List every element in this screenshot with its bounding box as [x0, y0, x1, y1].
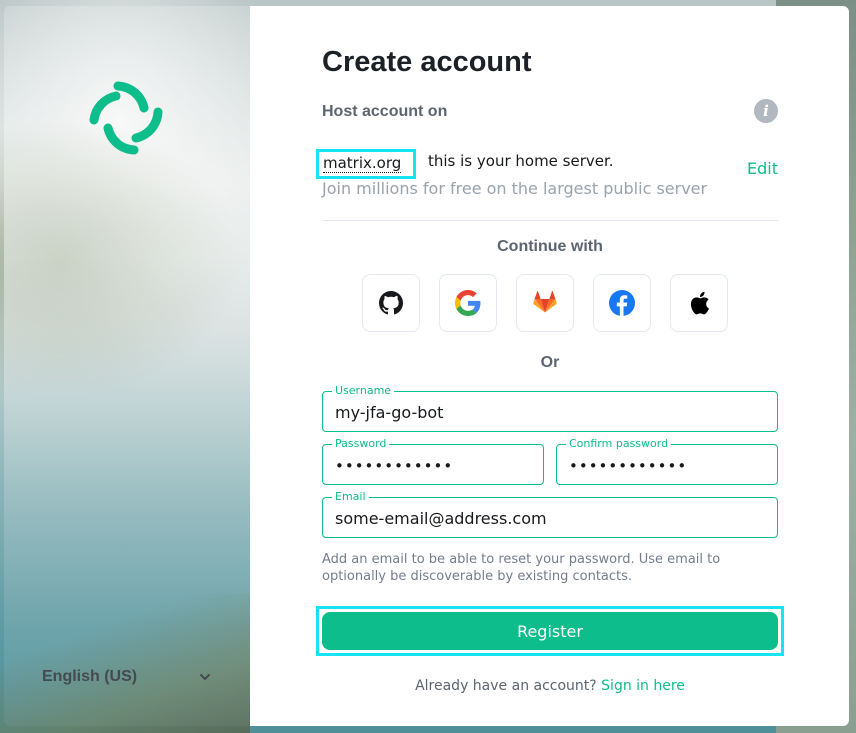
- auth-body: Create account Host account on i matrix.…: [250, 6, 849, 726]
- sso-facebook-button[interactable]: [593, 274, 651, 332]
- element-logo-icon: [89, 81, 163, 155]
- already-have-account-text: Already have an account?: [415, 678, 597, 694]
- divider: [322, 220, 778, 221]
- server-row: matrix.org this is your home server.: [316, 149, 776, 179]
- apple-icon: [690, 291, 710, 315]
- sso-gitlab-button[interactable]: [516, 274, 574, 332]
- chevron-down-icon: [200, 674, 210, 681]
- language-selector[interactable]: English (US): [42, 664, 212, 690]
- username-field[interactable]: Username my-jfa-go-bot: [322, 385, 778, 432]
- page-title: Create account: [322, 46, 532, 78]
- registration-form: Create account Host account on i matrix.…: [316, 6, 784, 726]
- google-icon: [455, 290, 481, 316]
- sso-google-button[interactable]: [439, 274, 497, 332]
- server-name: matrix.org: [316, 149, 417, 179]
- username-label: Username: [332, 385, 395, 397]
- facebook-icon: [609, 290, 635, 316]
- server-description: this is your home server.: [428, 152, 614, 170]
- register-button[interactable]: Register: [322, 612, 778, 650]
- password-value: ••••••••••••: [335, 457, 454, 475]
- host-label: Host account on: [322, 103, 448, 120]
- continue-with-label: Continue with: [497, 238, 603, 255]
- email-help-text: Add an email to be able to reset your pa…: [322, 552, 721, 584]
- register-highlight: Register: [316, 606, 784, 656]
- username-value: my-jfa-go-bot: [335, 403, 444, 422]
- server-name-text: matrix.org: [323, 154, 402, 173]
- auth-card: English (US) Create account Host account…: [4, 6, 849, 726]
- server-subtitle: Join millions for free on the largest pu…: [322, 179, 708, 198]
- sso-apple-button[interactable]: [670, 274, 728, 332]
- sso-github-button[interactable]: [362, 274, 420, 332]
- sign-in-link[interactable]: Sign in here: [601, 678, 685, 694]
- confirm-password-field[interactable]: Confirm password ••••••••••••: [556, 438, 778, 485]
- confirm-password-label: Confirm password: [566, 438, 672, 450]
- auth-sidebar: English (US): [4, 6, 250, 726]
- or-separator: Or: [540, 354, 560, 371]
- password-label: Password: [332, 438, 390, 450]
- language-label: English (US): [42, 668, 138, 685]
- info-icon[interactable]: i: [754, 99, 778, 123]
- sso-buttons: [362, 274, 728, 332]
- sign-in-prompt: Already have an account? Sign in here: [322, 678, 778, 694]
- edit-server-link[interactable]: Edit: [747, 159, 778, 178]
- github-icon: [379, 291, 403, 315]
- email-field[interactable]: Email some-email@address.com: [322, 491, 778, 538]
- password-field[interactable]: Password ••••••••••••: [322, 438, 544, 485]
- email-label: Email: [332, 491, 369, 503]
- confirm-password-value: ••••••••••••: [569, 457, 688, 475]
- gitlab-icon: [533, 291, 557, 313]
- email-value: some-email@address.com: [335, 509, 547, 528]
